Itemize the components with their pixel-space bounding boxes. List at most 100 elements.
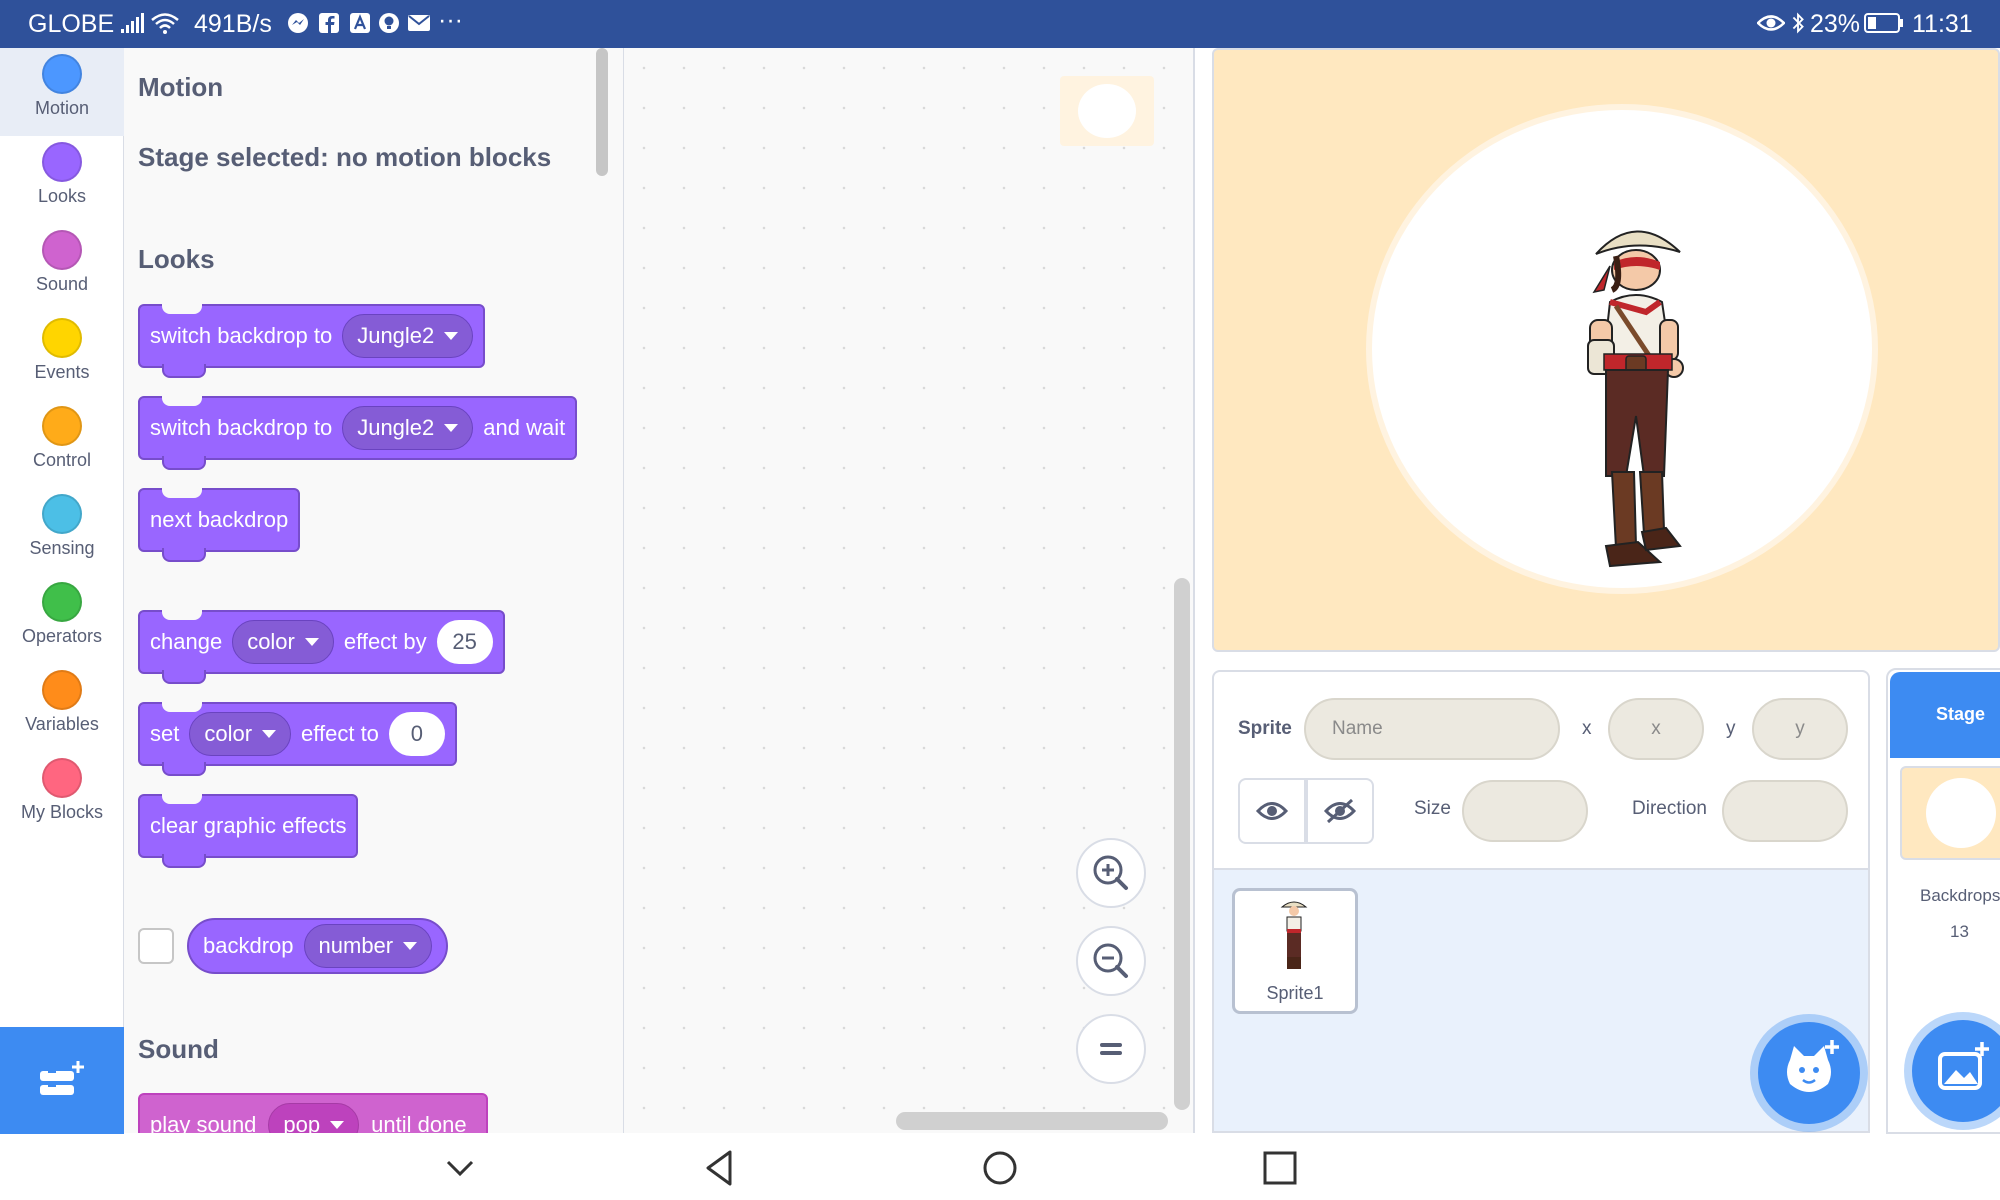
choose-backdrop-button[interactable] [1912, 1020, 2000, 1122]
category-control[interactable]: Control [0, 400, 124, 488]
sprite-name: Sprite1 [1266, 983, 1324, 1003]
category-sound[interactable]: Sound [0, 224, 124, 312]
show-sprite-button[interactable] [1238, 778, 1306, 844]
facebook-icon [319, 13, 339, 33]
set-effect-block[interactable]: set color effect to 0 [138, 702, 457, 776]
stage-canvas[interactable] [1212, 48, 2000, 652]
sprite-list: Sprite1 [1212, 870, 1870, 1133]
block-label: play sound [150, 1112, 257, 1133]
battery-percent: 23% [1810, 10, 1861, 38]
add-extension-button[interactable] [0, 1027, 124, 1134]
y-position-input[interactable]: y [1752, 698, 1848, 760]
sprite-thumbnail [1280, 901, 1308, 969]
size-input[interactable] [1462, 780, 1588, 842]
bulb-icon [379, 13, 399, 33]
category-operators[interactable]: Operators [0, 576, 124, 664]
palette-scrollbar[interactable] [596, 48, 608, 176]
zoom-in-icon [1093, 855, 1128, 890]
effect-amount-input[interactable]: 25 [436, 620, 493, 664]
backdrops-count: 13 [1950, 922, 1969, 941]
block-label: effect by [343, 629, 427, 654]
menu-value: color [204, 721, 253, 746]
backdrop-menu[interactable]: Jungle2 [342, 406, 474, 450]
backdrop-reporter-block[interactable]: backdrop number [187, 918, 449, 974]
block-label: set [150, 721, 180, 746]
sprite-tile[interactable]: Sprite1 [1232, 888, 1358, 1014]
effect-value-input[interactable]: 0 [388, 712, 445, 756]
zoom-out-button[interactable] [1076, 926, 1146, 996]
category-looks[interactable]: Looks [0, 136, 124, 224]
chevron-down-icon [304, 638, 319, 646]
carrier-name: GLOBE [28, 10, 115, 38]
category-motion[interactable]: Motion [0, 48, 124, 136]
add-extension-icon [40, 1061, 84, 1095]
next-backdrop-block[interactable]: next backdrop [138, 488, 301, 562]
category-label: Sound [35, 274, 89, 294]
motion-heading: Motion [138, 72, 224, 102]
effect-menu[interactable]: color [232, 620, 334, 664]
stage-target-pane[interactable]: Stage Backdrops 13 [1886, 668, 2000, 1134]
size-label: Size [1414, 798, 1451, 819]
backdrop-menu[interactable]: Jungle2 [342, 314, 474, 358]
clock: 11:31 [1912, 10, 1973, 38]
chevron-down-icon[interactable] [438, 1146, 482, 1190]
category-label: Sensing [29, 538, 95, 558]
clear-graphic-effects-block[interactable]: clear graphic effects [138, 794, 359, 868]
motion-empty-note: Stage selected: no motion blocks [138, 142, 552, 172]
zoom-reset-button[interactable] [1076, 1014, 1146, 1084]
block-label: and wait [483, 415, 566, 440]
zoom-reset-icon [1100, 1043, 1122, 1055]
sprite-name-input[interactable]: Name [1304, 698, 1560, 760]
menu-value: number [318, 933, 394, 958]
back-icon[interactable] [698, 1146, 742, 1190]
zoom-in-button[interactable] [1076, 838, 1146, 908]
choose-sprite-button[interactable] [1758, 1022, 1860, 1124]
category-label: Operators [21, 626, 103, 646]
effect-menu[interactable]: color [189, 712, 292, 756]
category-sidebar: Motion Looks Sound Events Control Sensin… [0, 48, 124, 1088]
category-label: My Blocks [20, 802, 103, 822]
script-vertical-scrollbar[interactable] [1174, 578, 1190, 1110]
my-blocks-color-icon [42, 758, 82, 798]
app-a-icon [350, 13, 370, 33]
change-effect-block[interactable]: change color effect by 25 [138, 610, 505, 684]
switch-backdrop-block[interactable]: switch backdrop to Jungle2 [138, 304, 486, 378]
chevron-down-icon [403, 942, 418, 950]
category-my-blocks[interactable]: My Blocks [0, 752, 124, 840]
category-label: Events [34, 362, 90, 382]
home-icon[interactable] [978, 1146, 1022, 1190]
hide-sprite-button[interactable] [1306, 778, 1374, 844]
script-area[interactable] [624, 48, 1195, 1133]
stage-tab[interactable]: Stage [1890, 672, 2000, 758]
x-position-input[interactable]: x [1608, 698, 1704, 760]
category-label: Motion [34, 98, 90, 118]
play-sound-until-done-block[interactable]: play sound pop until done [138, 1093, 488, 1133]
block-palette: Motion Stage selected: no motion blocks … [124, 48, 624, 1133]
control-color-icon [42, 406, 82, 446]
block-label: next backdrop [150, 507, 289, 532]
chevron-down-icon [444, 424, 459, 432]
chevron-down-icon [444, 332, 459, 340]
backdrop-monitor-checkbox[interactable] [138, 928, 174, 964]
category-variables[interactable]: Variables [0, 664, 124, 752]
navigation-bar [0, 1134, 2000, 1200]
category-sensing[interactable]: Sensing [0, 488, 124, 576]
menu-value: pop [283, 1112, 321, 1133]
block-label: backdrop [203, 933, 294, 958]
sound-color-icon [42, 230, 82, 270]
network-speed: 491B/s [194, 10, 272, 38]
sprite-character [1587, 230, 1684, 568]
more-notifications: ··· [438, 6, 463, 34]
eye-icon [1255, 802, 1289, 820]
backdrops-label: Backdrops [1920, 886, 2000, 905]
script-horizontal-scrollbar[interactable] [896, 1112, 1168, 1130]
battery-icon [1864, 13, 1903, 33]
switch-backdrop-and-wait-block[interactable]: switch backdrop to Jungle2 and wait [138, 396, 578, 470]
backdrop-property-menu[interactable]: number [303, 924, 433, 968]
direction-input[interactable] [1722, 780, 1848, 842]
add-sprite-cat-icon [1787, 1040, 1839, 1092]
category-events[interactable]: Events [0, 312, 124, 400]
recent-apps-icon[interactable] [1258, 1146, 1302, 1190]
sound-heading: Sound [138, 1034, 219, 1064]
sound-menu[interactable]: pop [268, 1103, 360, 1133]
